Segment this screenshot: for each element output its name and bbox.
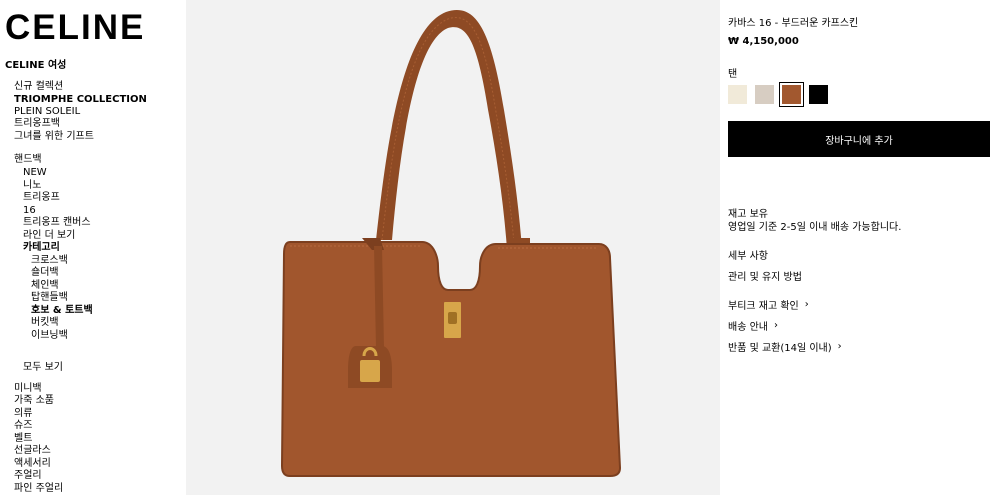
- sidebar-item-gifts-for-her[interactable]: 그녀를 위한 기프트: [14, 131, 94, 143]
- sidebar-item-accessories[interactable]: 액세서리: [14, 458, 51, 470]
- product-info-panel: 카바스 16 - 부드러운 카프스킨 ₩ 4,150,000 탠 장바구니에 추…: [720, 0, 1000, 495]
- returns-label: 반품 및 교환(14일 이내): [728, 343, 832, 354]
- sidebar-item-new-collection[interactable]: 신규 컬렉션: [14, 81, 63, 93]
- sidebar-item-leather-goods[interactable]: 가죽 소품: [14, 395, 54, 407]
- sidebar-item-ready-to-wear[interactable]: 의류: [14, 408, 32, 420]
- shipping-info-label: 배송 안내: [728, 322, 768, 333]
- sidebar-item-view-all[interactable]: 모두 보기: [23, 362, 63, 374]
- swatch-black[interactable]: [809, 85, 828, 104]
- boutique-stock-label: 부티크 재고 확인: [728, 301, 799, 312]
- sidebar-item-belts[interactable]: 벨트: [14, 433, 32, 445]
- add-to-cart-button[interactable]: 장바구니에 추가: [728, 121, 990, 157]
- swatch-tan[interactable]: [779, 82, 804, 107]
- shipping-info-link[interactable]: 배송 안내 ›: [728, 318, 778, 333]
- details-link[interactable]: 세부 사항: [728, 247, 768, 262]
- sidebar-item-hobo-tote[interactable]: 호보 & 토트백: [31, 305, 93, 317]
- sidebar-item-handbags-new[interactable]: NEW: [23, 167, 47, 179]
- sidebar-item-chain[interactable]: 체인백: [31, 280, 59, 292]
- color-label: 탠: [728, 69, 738, 80]
- sidebar-item-bucket[interactable]: 버킷백: [31, 317, 59, 329]
- product-name: 카바스 16 - 부드러운 카프스킨: [728, 18, 859, 29]
- section-title: CELINE 여성: [5, 60, 67, 71]
- sidebar-item-triomphe[interactable]: 트리옹프: [23, 192, 60, 204]
- swatch-ivory[interactable]: [728, 85, 747, 104]
- sidebar-item-handbags[interactable]: 핸드백: [14, 154, 42, 166]
- sidebar: CELINE CELINE 여성 신규 컬렉션 TRIOMPHE COLLECT…: [0, 0, 186, 495]
- tote-bag-illustration: [280, 10, 622, 477]
- sidebar-item-crossbody[interactable]: 크로스백: [31, 255, 68, 267]
- swatch-light-taupe[interactable]: [755, 85, 774, 104]
- chevron-right-icon: ›: [804, 299, 809, 310]
- sidebar-item-shoulder[interactable]: 숄더백: [31, 267, 59, 279]
- chevron-right-icon: ›: [837, 341, 842, 352]
- sidebar-item-triomphe-bag[interactable]: 트리옹프백: [14, 118, 60, 130]
- product-price: ₩ 4,150,000: [728, 36, 799, 47]
- care-link[interactable]: 관리 및 유지 방법: [728, 268, 802, 283]
- sidebar-item-top-handle[interactable]: 탑핸들백: [31, 292, 68, 304]
- sidebar-item-fine-jewelry[interactable]: 파인 주얼리: [14, 483, 63, 495]
- sidebar-item-triomphe-collection[interactable]: TRIOMPHE COLLECTION: [14, 94, 147, 106]
- sidebar-item-category[interactable]: 카테고리: [23, 242, 60, 254]
- sidebar-item-mini-bag[interactable]: 미니백: [14, 383, 42, 395]
- sidebar-item-sunglasses[interactable]: 선글라스: [14, 445, 51, 457]
- celine-logo[interactable]: CELINE: [5, 8, 145, 48]
- shipping-note: 영업일 기준 2-5일 이내 배송 가능합니다.: [728, 222, 902, 233]
- chevron-right-icon: ›: [773, 320, 778, 331]
- sidebar-item-plein-soleil[interactable]: PLEIN SOLEIL: [14, 106, 80, 118]
- sidebar-item-more-lines[interactable]: 라인 더 보기: [23, 230, 75, 242]
- boutique-stock-link[interactable]: 부티크 재고 확인 ›: [728, 297, 809, 312]
- sidebar-item-triomphe-canvas[interactable]: 트리옹프 캔버스: [23, 217, 91, 229]
- sidebar-item-evening[interactable]: 이브닝백: [31, 330, 68, 342]
- sidebar-item-jewelry[interactable]: 주얼리: [14, 470, 42, 482]
- returns-link[interactable]: 반품 및 교환(14일 이내) ›: [728, 339, 842, 354]
- sidebar-item-nino[interactable]: 니노: [23, 180, 41, 192]
- product-image[interactable]: [186, 0, 720, 495]
- sidebar-item-shoes[interactable]: 슈즈: [14, 420, 32, 432]
- sidebar-item-16[interactable]: 16: [23, 205, 36, 217]
